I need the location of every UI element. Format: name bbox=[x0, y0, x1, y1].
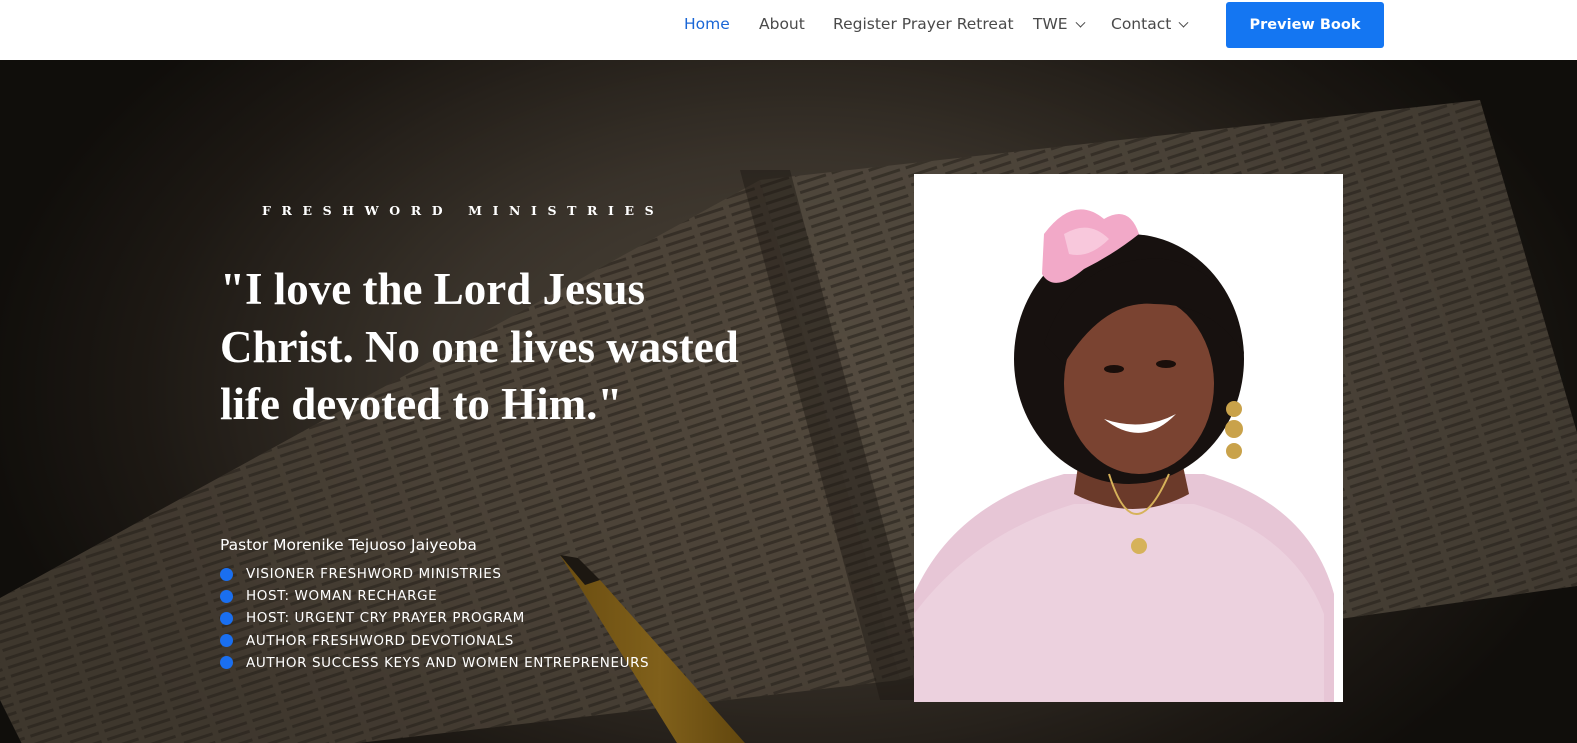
nav-item-contact-label: Contact bbox=[1111, 15, 1172, 33]
chevron-down-icon bbox=[1178, 17, 1189, 28]
role-label: HOST: WOMAN RECHARGE bbox=[246, 588, 438, 605]
hero-section: FRESHWORD MINISTRIES "I love the Lord Je… bbox=[0, 60, 1577, 743]
role-label: HOST: URGENT CRY PRAYER PROGRAM bbox=[246, 610, 525, 627]
nav-item-home[interactable]: Home bbox=[684, 15, 730, 33]
roles-list: VISIONER FRESHWORD MINISTRIES HOST: WOMA… bbox=[220, 563, 649, 674]
bullet-dot-icon bbox=[220, 656, 233, 670]
nav-item-contact[interactable]: Contact bbox=[1111, 15, 1189, 33]
bullet-dot-icon bbox=[220, 589, 233, 603]
list-item: HOST: URGENT CRY PRAYER PROGRAM bbox=[220, 607, 649, 629]
pastor-portrait-image bbox=[914, 174, 1343, 702]
bullet-dot-icon bbox=[220, 611, 233, 625]
list-item: AUTHOR SUCCESS KEYS AND WOMEN ENTREPRENE… bbox=[220, 652, 649, 674]
chevron-down-icon bbox=[1075, 17, 1086, 28]
ministry-eyebrow: FRESHWORD MINISTRIES bbox=[262, 203, 665, 218]
preview-book-button[interactable]: Preview Book bbox=[1226, 2, 1384, 48]
list-item: AUTHOR FRESHWORD DEVOTIONALS bbox=[220, 630, 649, 652]
portrait-illustration bbox=[914, 209, 1334, 702]
role-label: AUTHOR SUCCESS KEYS AND WOMEN ENTREPRENE… bbox=[246, 654, 650, 671]
nav-item-twe-label: TWE bbox=[1033, 15, 1068, 33]
role-label: AUTHOR FRESHWORD DEVOTIONALS bbox=[246, 632, 514, 649]
site-header: Home About Register Prayer Retreat TWE C… bbox=[0, 0, 1577, 60]
bullet-dot-icon bbox=[220, 567, 233, 581]
hero-quote: "I love the Lord Jesus Christ. No one li… bbox=[220, 264, 739, 429]
list-item: VISIONER FRESHWORD MINISTRIES bbox=[220, 563, 649, 585]
nav-item-twe[interactable]: TWE bbox=[1033, 15, 1086, 33]
nav-item-register-prayer-retreat[interactable]: Register Prayer Retreat bbox=[833, 15, 1014, 33]
list-item: HOST: WOMAN RECHARGE bbox=[220, 585, 649, 607]
nav-item-about[interactable]: About bbox=[759, 15, 805, 33]
role-label: VISIONER FRESHWORD MINISTRIES bbox=[246, 566, 502, 583]
author-name: Pastor Morenike Tejuoso Jaiyeoba bbox=[220, 536, 477, 554]
bullet-dot-icon bbox=[220, 634, 233, 648]
